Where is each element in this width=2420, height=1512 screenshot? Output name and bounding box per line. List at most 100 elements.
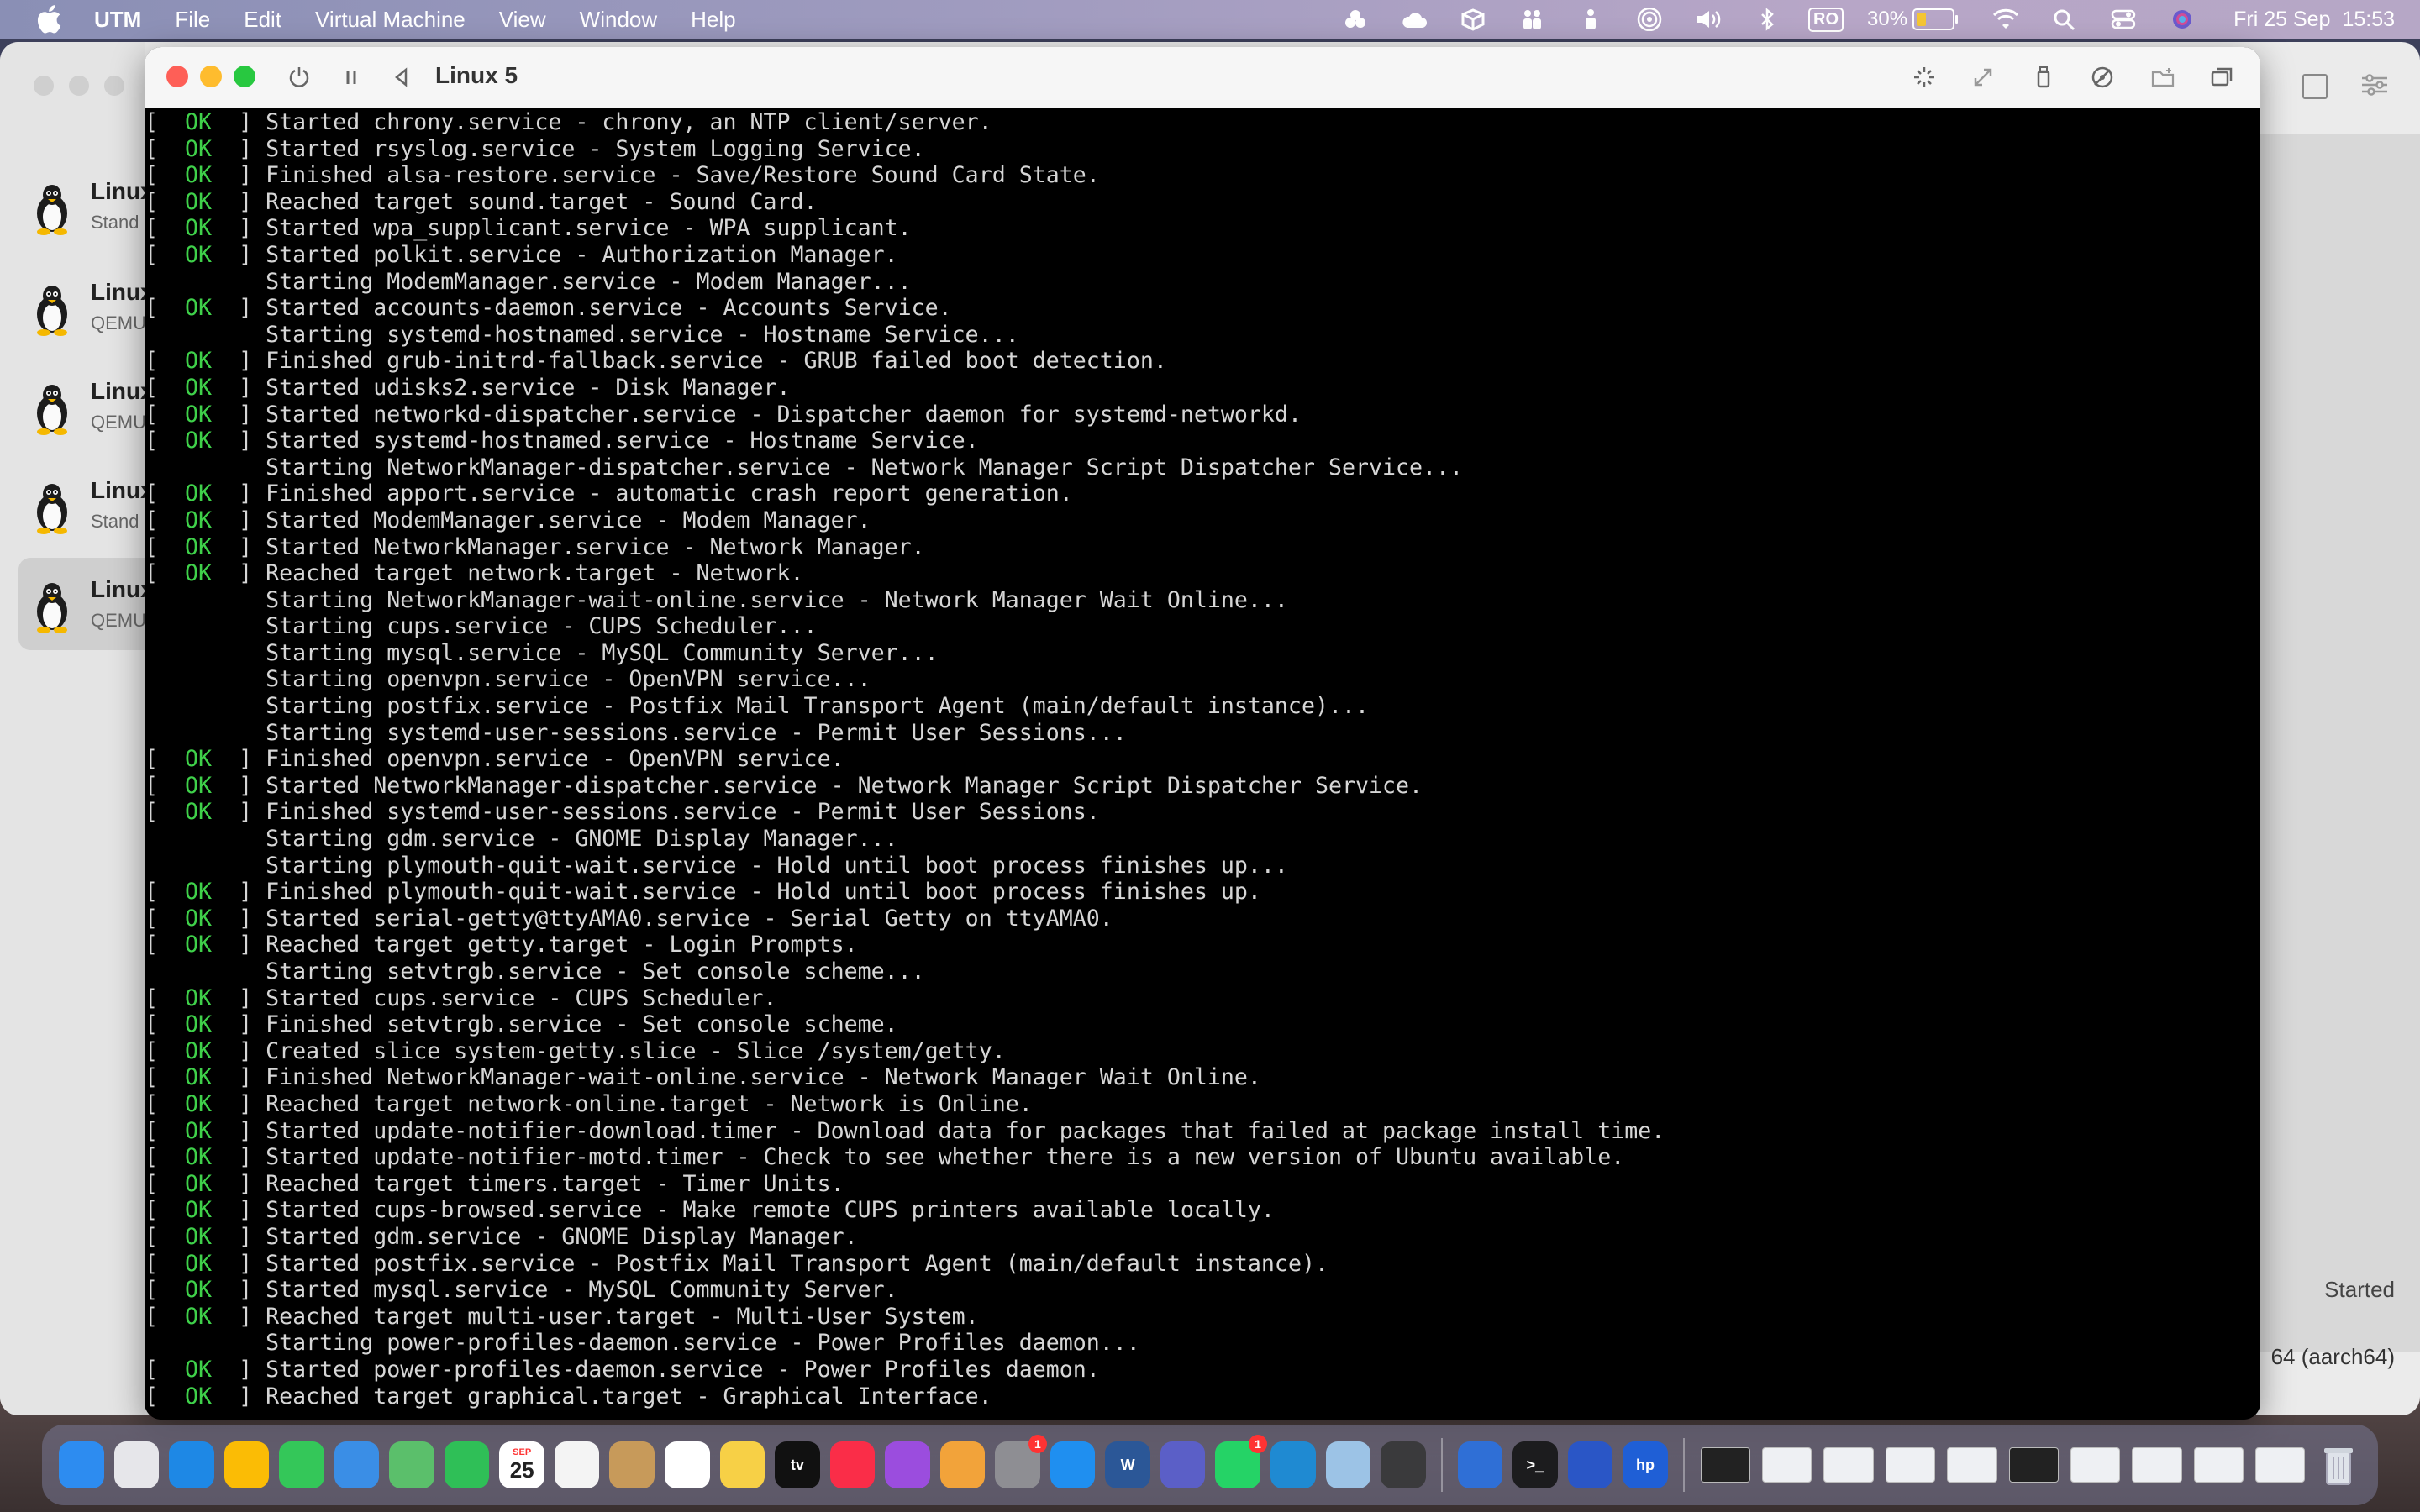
minimized-window-thumbnail[interactable] [2070, 1447, 2121, 1483]
terminal-icon[interactable]: >_ [1512, 1441, 1558, 1488]
console-message: Reached target multi-user.target - Multi… [266, 1303, 979, 1330]
creative-cloud-icon[interactable] [1340, 7, 1370, 32]
finder-icon[interactable] [59, 1441, 104, 1488]
pause-icon[interactable] [336, 62, 366, 92]
minimized-window-thumbnail[interactable] [2255, 1447, 2306, 1483]
cloud-icon[interactable] [1399, 7, 1429, 32]
console-message: Created slice system-getty.slice - Slice… [266, 1037, 1006, 1064]
freeform-icon[interactable] [554, 1441, 600, 1488]
preview-icon[interactable] [1325, 1441, 1371, 1488]
podcasts-icon[interactable] [885, 1441, 930, 1488]
vscode-icon[interactable] [1270, 1441, 1316, 1488]
siri-icon[interactable] [2167, 7, 2197, 32]
control-center-icon[interactable] [2108, 7, 2139, 32]
minimized-window-thumbnail[interactable] [1700, 1447, 1751, 1483]
minimized-window-thumbnail[interactable] [1947, 1447, 1997, 1483]
people-icon[interactable] [1517, 7, 1547, 32]
volume-icon[interactable] [1693, 7, 1723, 32]
sidebar-toggle-icon[interactable] [2302, 74, 2328, 99]
wifi-icon[interactable] [1991, 7, 2021, 32]
library-minimize-button[interactable] [69, 76, 89, 96]
terminal-console[interactable]: [ OK ] Started chrony.service - chrony, … [145, 109, 2260, 1420]
calendar-icon[interactable]: SEP 25 [499, 1441, 544, 1488]
minimized-window-thumbnail[interactable] [1823, 1447, 1874, 1483]
activity-icon[interactable] [1567, 1441, 1613, 1488]
status-blank [145, 666, 266, 692]
bluetooth-icon[interactable] [1752, 7, 1782, 32]
windows-icon[interactable] [2207, 62, 2237, 92]
vm-titlebar: Linux 5 [145, 47, 2260, 108]
drive-icon[interactable] [2087, 62, 2118, 92]
close-button[interactable] [166, 66, 188, 87]
trash-icon[interactable] [2316, 1441, 2361, 1488]
system-settings-icon[interactable]: 1 [995, 1435, 1047, 1488]
usb-icon[interactable] [2028, 62, 2059, 92]
menu-clock[interactable]: Fri 25 Sep 15:53 [2233, 8, 2395, 32]
family-icon[interactable] [1576, 7, 1606, 32]
console-line: [ OK ] Reached target network.target - N… [145, 560, 2260, 587]
input-source-indicator[interactable]: RO [1808, 7, 1844, 32]
console-line: [ OK ] Started serial-getty@ttyAMA0.serv… [145, 906, 2260, 932]
launchpad-icon[interactable] [113, 1441, 160, 1488]
console-line: [ OK ] Started polkit.service - Authoriz… [145, 242, 2260, 269]
minimized-window-thumbnail[interactable] [1885, 1447, 1936, 1483]
package-icon[interactable] [1458, 7, 1488, 32]
capture-input-icon[interactable] [1909, 62, 1939, 92]
ok-status: [ OK ] [145, 746, 266, 773]
apple-icon[interactable] [25, 0, 72, 39]
notes-icon[interactable] [719, 1441, 765, 1488]
settings-sliders-icon[interactable] [2360, 72, 2390, 97]
battery-icon[interactable] [1912, 8, 1959, 30]
tux-icon [37, 385, 67, 435]
menu-virtual-machine[interactable]: Virtual Machine [298, 0, 482, 39]
vm-status-label: Started [2324, 1277, 2395, 1302]
maps-icon[interactable] [389, 1441, 434, 1488]
power-icon[interactable] [284, 62, 314, 92]
zoom-button[interactable] [234, 66, 255, 87]
music-icon[interactable] [829, 1441, 876, 1488]
menu-window[interactable]: Window [563, 0, 674, 39]
shared-folder-icon[interactable] [2148, 62, 2178, 92]
teams-icon[interactable] [1160, 1441, 1206, 1488]
vm-subtitle: Stand [91, 511, 139, 532]
utm-icon[interactable] [1457, 1441, 1503, 1488]
ok-status: [ OK ] [145, 1356, 266, 1383]
menu-view[interactable]: View [482, 0, 563, 39]
minimized-window-thumbnail[interactable] [2008, 1447, 2059, 1483]
console-message: Started udisks2.service - Disk Manager. [266, 374, 791, 401]
minimized-window-thumbnail[interactable] [2193, 1447, 2244, 1483]
word-icon[interactable]: W [1105, 1441, 1150, 1488]
facetime-icon[interactable] [444, 1441, 490, 1488]
whatsapp-icon[interactable]: 1 [1215, 1435, 1268, 1488]
menu-help[interactable]: Help [674, 0, 752, 39]
search-icon[interactable] [2049, 7, 2080, 32]
library-close-button[interactable] [34, 76, 54, 96]
screenshot-icon[interactable] [1381, 1441, 1426, 1488]
resize-icon[interactable] [1968, 62, 1998, 92]
menu-file[interactable]: File [158, 0, 227, 39]
mail-icon[interactable] [334, 1441, 380, 1488]
library-zoom-button[interactable] [104, 76, 124, 96]
menu-edit[interactable]: Edit [227, 0, 298, 39]
minimized-window-thumbnail[interactable] [2132, 1447, 2182, 1483]
reminders-icon[interactable] [665, 1441, 710, 1488]
minimize-button[interactable] [200, 66, 222, 87]
contacts-icon[interactable] [609, 1441, 655, 1488]
console-line: [ OK ] Started gdm.service - GNOME Displ… [145, 1224, 2260, 1251]
console-line: Starting power-profiles-daemon.service -… [145, 1330, 2260, 1357]
appletv-icon[interactable]: tv [775, 1441, 820, 1488]
hp-icon[interactable]: hp [1623, 1441, 1668, 1488]
messages-icon[interactable] [279, 1441, 324, 1488]
menu-app-name[interactable]: UTM [72, 0, 158, 39]
chrome-icon[interactable] [224, 1441, 270, 1488]
console-line: [ OK ] Started wpa_supplicant.service - … [145, 215, 2260, 242]
ok-status: [ OK ] [145, 1250, 266, 1277]
back-icon[interactable] [387, 62, 417, 92]
console-line: [ OK ] Finished openvpn.service - OpenVP… [145, 746, 2260, 773]
status-area: RO 30% Fri 25 Sep 15:53 [1326, 0, 2420, 39]
minimized-window-thumbnail[interactable] [1762, 1447, 1812, 1483]
airplay-icon[interactable] [1634, 7, 1665, 32]
app-store-icon[interactable] [1050, 1441, 1096, 1488]
photos-icon[interactable] [939, 1441, 986, 1488]
safari-icon[interactable] [169, 1441, 214, 1488]
